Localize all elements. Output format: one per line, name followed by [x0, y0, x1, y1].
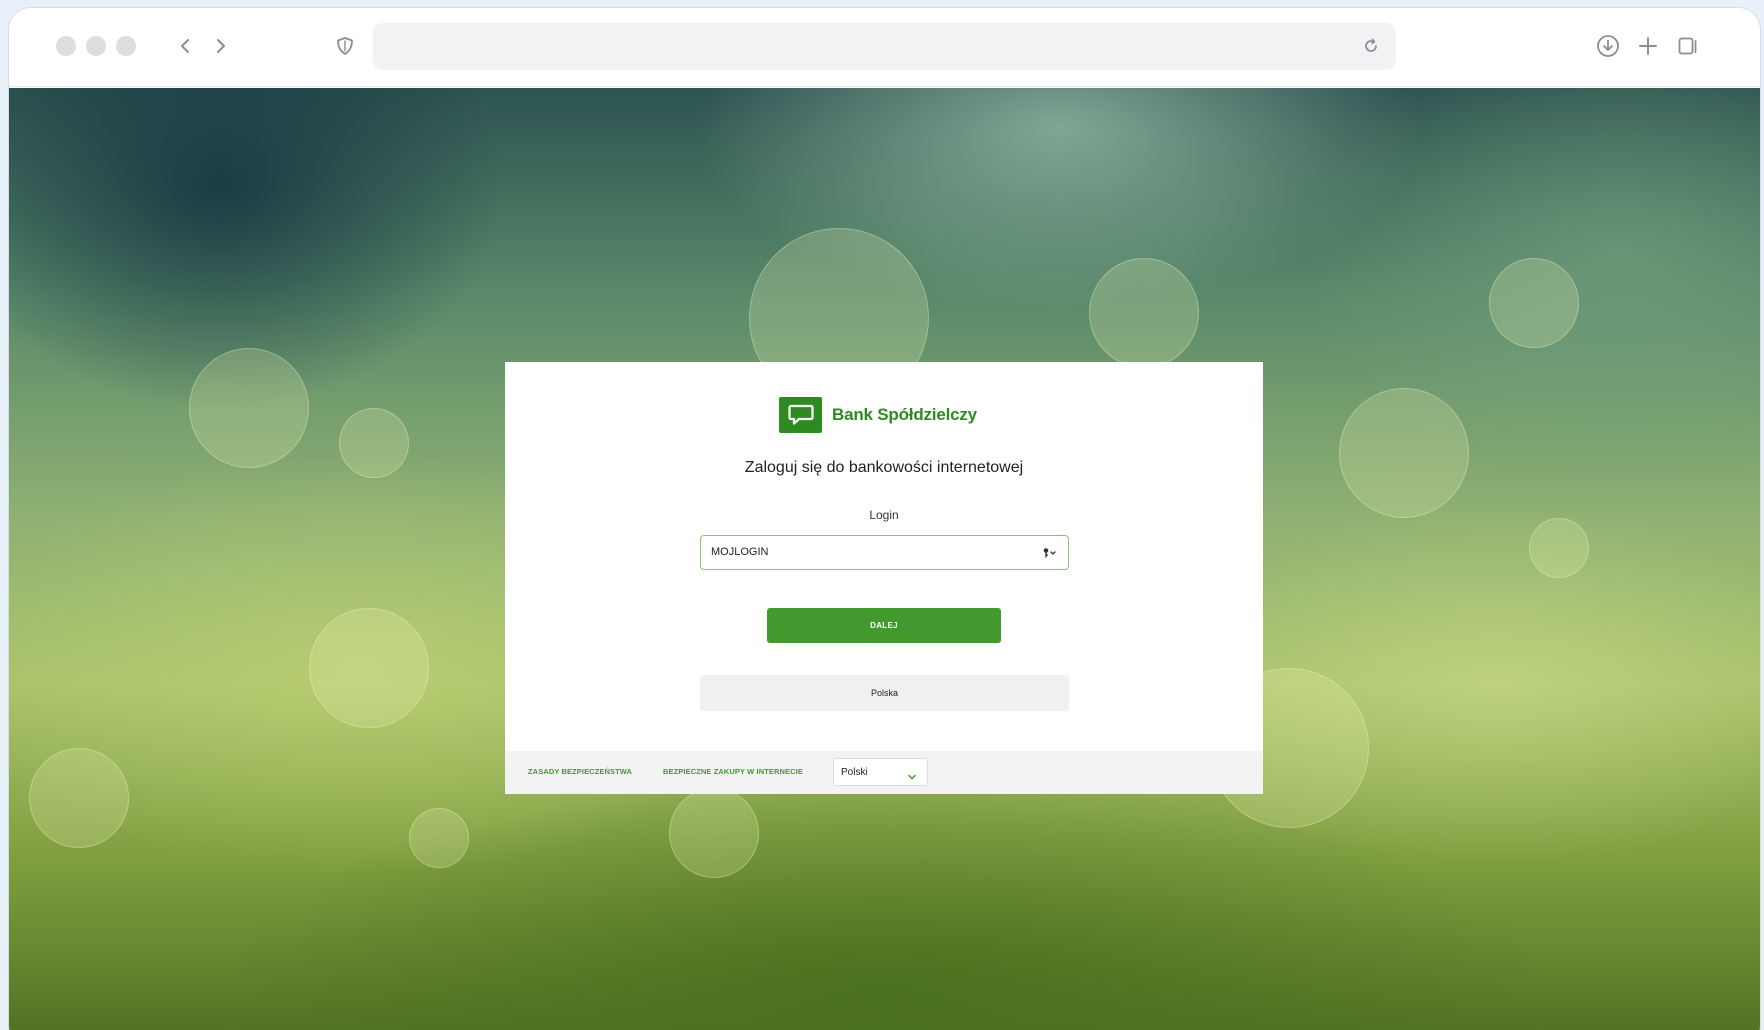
speech-bubble-icon — [779, 397, 822, 433]
language-select[interactable]: Polski — [833, 758, 928, 786]
brand-name: Bank Spółdzielczy — [832, 405, 977, 424]
bokeh-light — [1339, 388, 1469, 518]
address-bar[interactable] — [373, 23, 1396, 70]
chevron-down-icon — [907, 768, 917, 780]
language-select-value: Polski — [841, 767, 868, 778]
bokeh-light — [339, 408, 409, 478]
tabs-icon[interactable] — [1676, 34, 1700, 58]
bank-logo: Bank Spółdzielczy — [779, 397, 977, 433]
browser-toolbar — [9, 8, 1760, 87]
page-title: Zaloguj się do bankowości internetowej — [744, 459, 1024, 476]
plus-icon[interactable] — [1636, 34, 1660, 58]
bokeh-light — [1529, 518, 1589, 578]
login-card: Bank Spółdzielczy Zaloguj się do bankowo… — [505, 362, 1263, 794]
bokeh-light — [1089, 258, 1199, 368]
card-footer: ZASADY BEZPIECZEŃSTWA BEZPIECZNE ZAKUPY … — [505, 751, 1263, 794]
forward-chevron-icon[interactable] — [211, 36, 231, 56]
minimize-window-dot[interactable] — [86, 36, 106, 56]
download-icon[interactable] — [1595, 33, 1621, 59]
safe-shopping-link[interactable]: BEZPIECZNE ZAKUPY W INTERNECIE — [663, 767, 803, 776]
back-chevron-icon[interactable] — [175, 36, 195, 56]
bokeh-light — [409, 808, 469, 868]
login-field[interactable] — [700, 535, 1069, 570]
bokeh-light — [189, 348, 309, 468]
zoom-window-dot[interactable] — [116, 36, 136, 56]
bokeh-light — [669, 788, 759, 878]
page-background: Bank Spółdzielczy Zaloguj się do bankowo… — [9, 88, 1760, 1030]
next-button[interactable]: DALEJ — [767, 608, 1001, 643]
bokeh-light — [309, 608, 429, 728]
bokeh-light — [1489, 258, 1579, 348]
key-dropdown-icon[interactable] — [1042, 546, 1058, 558]
reload-icon[interactable] — [1361, 36, 1381, 56]
country-button[interactable]: Polska — [700, 675, 1069, 711]
browser-window: Bank Spółdzielczy Zaloguj się do bankowo… — [9, 8, 1760, 1030]
security-rules-link[interactable]: ZASADY BEZPIECZEŃSTWA — [528, 767, 632, 776]
close-window-dot[interactable] — [56, 36, 76, 56]
bokeh-light — [29, 748, 129, 848]
login-label: Login — [869, 508, 899, 522]
login-input[interactable] — [711, 536, 1011, 568]
shield-icon[interactable] — [334, 35, 356, 57]
